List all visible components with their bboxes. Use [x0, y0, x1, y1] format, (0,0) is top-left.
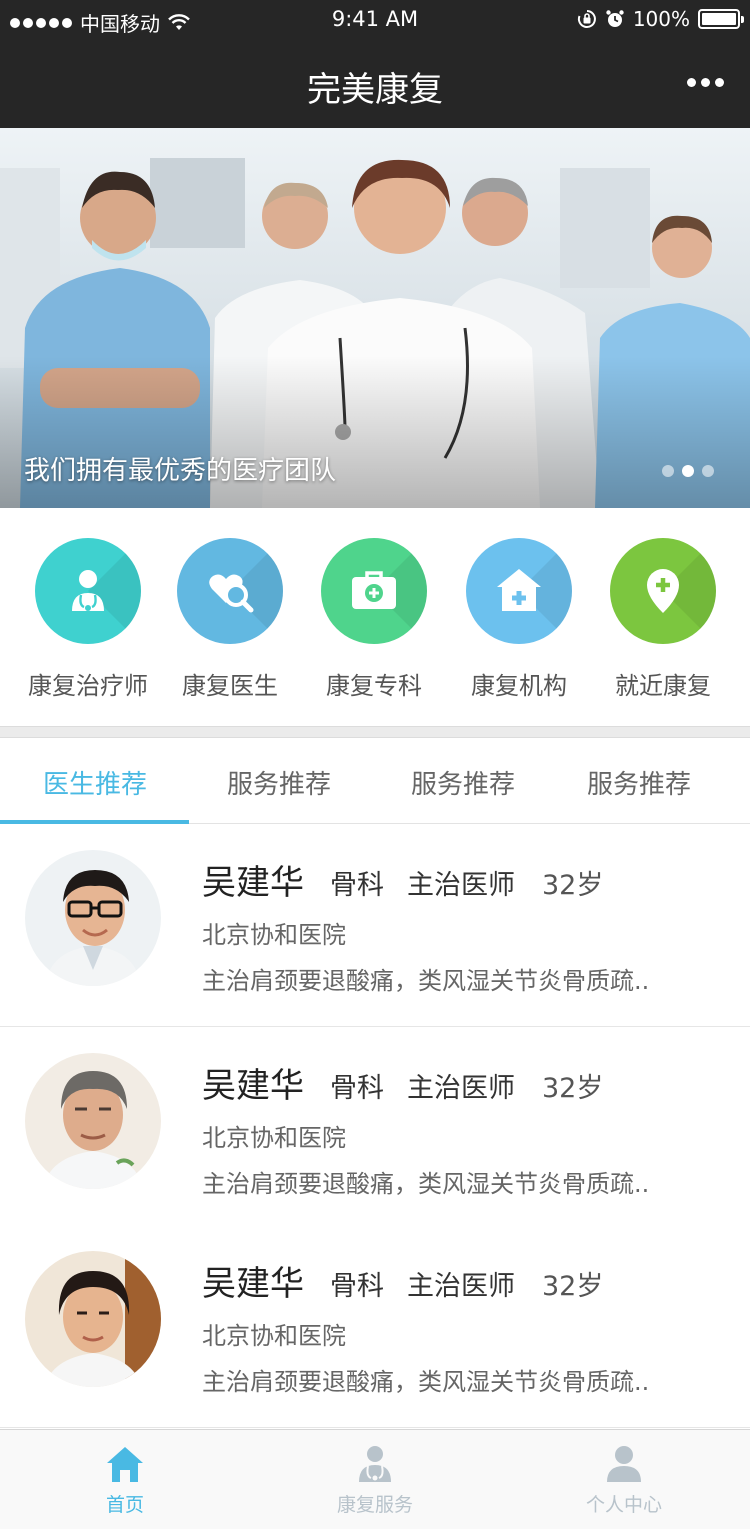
doctor-department: 骨科 [330, 870, 384, 901]
tab-service-recommend[interactable]: 服务推荐 [227, 764, 331, 801]
doctor-description: 主治肩颈要退酸痛，类风湿关节炎骨质疏.. [202, 967, 650, 995]
category-grid: 康复治疗师 康复医生 康复专科 康复机构 就近康复 [0, 508, 750, 726]
doctor-description: 主治肩颈要退酸痛，类风湿关节炎骨质疏.. [202, 1368, 650, 1396]
doctor-title: 主治医师 [407, 870, 515, 901]
doctor-list-item[interactable]: 吴建华 骨科 主治医师 32岁 北京协和医院 主治肩颈要退酸痛，类风湿关节炎骨质… [0, 1028, 750, 1230]
tab-service-recommend[interactable]: 服务推荐 [411, 764, 515, 801]
status-bar: 中国移动 9:41 AM 100% [0, 0, 750, 40]
tab-underline [0, 820, 189, 824]
doctor-hospital: 北京协和医院 [202, 921, 346, 949]
category-therapist[interactable]: 康复治疗师 [13, 538, 163, 701]
doctor-department: 骨科 [330, 1073, 384, 1104]
avatar [25, 1251, 161, 1387]
doctor-age: 32岁 [542, 870, 604, 901]
therapist-icon [72, 570, 104, 611]
doctor-age: 32岁 [542, 1073, 604, 1104]
category-label: 康复机构 [471, 672, 567, 700]
doctor-name: 吴建华 [202, 1066, 304, 1106]
doctor-hospital: 北京协和医院 [202, 1322, 346, 1350]
doctor-age: 32岁 [542, 1271, 604, 1302]
category-circle [610, 538, 716, 644]
category-label: 康复医生 [182, 672, 278, 700]
banner-caption: 我们拥有最优秀的医疗团队 [24, 456, 337, 486]
category-nearby[interactable]: 就近康复 [588, 538, 738, 701]
doctor-hospital: 北京协和医院 [202, 1124, 346, 1152]
tab-doctor-recommend[interactable]: 医生推荐 [43, 764, 147, 801]
medical-kit-icon [352, 571, 396, 609]
battery-percent: 100% [632, 7, 690, 31]
category-doctor[interactable]: 康复医生 [155, 538, 305, 701]
category-circle [177, 538, 283, 644]
category-circle [35, 538, 141, 644]
carousel-dots [662, 465, 714, 477]
category-label: 就近康复 [615, 672, 711, 700]
category-specialty[interactable]: 康复专科 [299, 538, 449, 701]
bottom-tab-bar: 首页 康复服务 个人中心 [0, 1429, 750, 1529]
carousel-dot-active[interactable] [682, 465, 694, 477]
tabbar-label: 康复服务 [336, 1494, 413, 1516]
section-divider [0, 726, 750, 738]
recommend-tabs: 医生推荐 服务推荐 服务推荐 服务推荐 [0, 738, 750, 824]
doctor-department: 骨科 [330, 1271, 384, 1302]
category-label: 康复专科 [326, 672, 422, 700]
doctor-list-item[interactable]: 吴建华 骨科 主治医师 32岁 北京协和医院 主治肩颈要退酸痛，类风湿关节炎骨质… [0, 1226, 750, 1428]
nav-bar: 完美康复 [0, 40, 750, 128]
banner-carousel[interactable]: 我们拥有最优秀的医疗团队 [0, 128, 750, 508]
carousel-dot[interactable] [702, 465, 714, 477]
more-icon[interactable] [687, 78, 724, 87]
category-circle [466, 538, 572, 644]
avatar [25, 850, 161, 986]
doctor-name: 吴建华 [202, 1264, 304, 1304]
user-icon [607, 1446, 641, 1482]
alarm-icon [606, 10, 624, 27]
carousel-dot[interactable] [662, 465, 674, 477]
battery-icon [698, 9, 744, 29]
tabbar-label: 个人中心 [585, 1494, 662, 1516]
tabbar-profile[interactable]: 个人中心 [549, 1444, 699, 1517]
category-circle [321, 538, 427, 644]
tabbar-label: 首页 [105, 1494, 144, 1516]
category-label: 康复治疗师 [28, 672, 148, 700]
home-icon [107, 1447, 143, 1482]
rehab-service-icon [359, 1446, 391, 1482]
avatar [25, 1053, 161, 1189]
rotation-lock-icon [577, 10, 596, 28]
tab-service-recommend[interactable]: 服务推荐 [587, 764, 691, 801]
doctor-name: 吴建华 [202, 863, 304, 903]
doctor-description: 主治肩颈要退酸痛，类风湿关节炎骨质疏.. [202, 1170, 650, 1198]
hospital-icon [497, 569, 541, 611]
status-right: 100% [577, 7, 744, 31]
page-title: 完美康复 [307, 70, 443, 110]
location-pin-icon [647, 569, 679, 613]
doctor-title: 主治医师 [407, 1073, 515, 1104]
tabbar-rehab-service[interactable]: 康复服务 [300, 1444, 450, 1517]
tabbar-home[interactable]: 首页 [50, 1444, 200, 1517]
doctor-title: 主治医师 [407, 1271, 515, 1302]
search-heart-icon [209, 574, 254, 613]
doctor-list-item[interactable]: 吴建华 骨科 主治医师 32岁 北京协和医院 主治肩颈要退酸痛，类风湿关节炎骨质… [0, 825, 750, 1027]
category-institution[interactable]: 康复机构 [444, 538, 594, 701]
